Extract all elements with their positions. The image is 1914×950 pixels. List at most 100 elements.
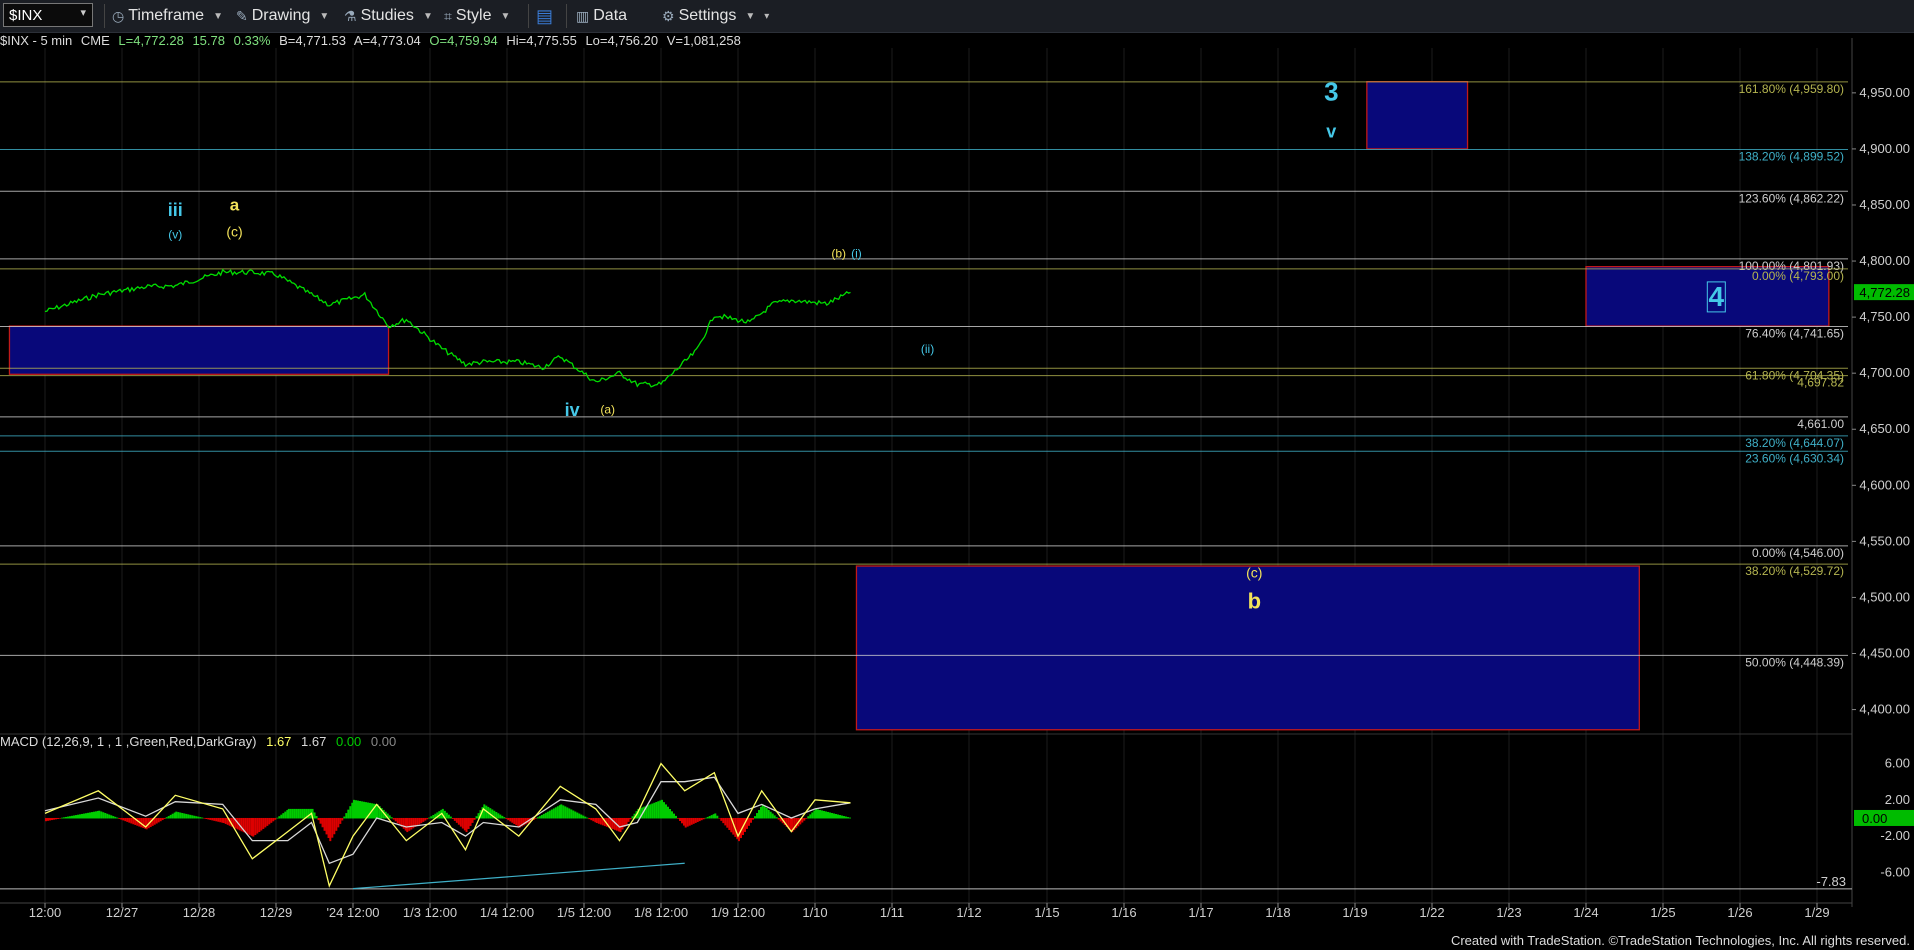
macd-histogram-bar (428, 817, 431, 819)
macd-histogram-bar (706, 816, 709, 819)
macd-histogram-bar (629, 817, 632, 820)
macd-histogram-bar (562, 805, 565, 819)
settings-label: Settings (678, 7, 737, 24)
macd-histogram-bar (566, 807, 569, 819)
macd-histogram-bar (570, 809, 573, 819)
macd-histogram-bar (390, 817, 393, 819)
macd-histogram-bar (839, 815, 841, 819)
macd-histogram-bar (825, 811, 827, 819)
x-axis-label: 1/3 12:00 (403, 905, 457, 920)
studies-menu[interactable]: ⚗ Studies ▼ (344, 5, 433, 27)
macd-histogram-bar (426, 817, 429, 820)
macd-histogram-bar (179, 812, 182, 819)
macd-histogram-bar (307, 808, 310, 819)
macd-histogram-bar (217, 817, 220, 822)
macd-histogram-bar (361, 801, 363, 819)
macd-study-label: MACD (12,26,9, 1 , 1 ,Green,Red,DarkGray… (0, 734, 257, 749)
macd-histogram-bar (398, 817, 401, 826)
fib-level-label: 138.20% (4,899.52) (1739, 149, 1844, 163)
macd-histogram-bar (335, 817, 338, 831)
macd-histogram-bar (87, 812, 89, 819)
settings-menu[interactable]: ⚙ Settings ▼ ▾ (662, 5, 769, 27)
macd-histogram-bar (647, 805, 650, 819)
macd-histogram-bar (497, 813, 500, 819)
macd-histogram-bar (295, 808, 298, 819)
macd-histogram-bar (69, 816, 71, 819)
macd-histogram-bar (831, 812, 833, 819)
macd-histogram-bar (89, 812, 91, 819)
macd-histogram-bar (704, 817, 707, 819)
macd-histogram-bar (819, 809, 821, 819)
x-axis-label: 1/15 (1034, 905, 1059, 920)
macd-histogram-bar (264, 817, 267, 828)
macd-histogram-bar (503, 817, 506, 819)
macd-histogram-bar (718, 817, 721, 819)
macd-histogram-bar (552, 808, 555, 819)
macd-axis-label: 2.00 (1885, 792, 1910, 807)
caret-down-icon: ▼ (745, 10, 756, 22)
macd-histogram-bar (280, 814, 283, 819)
data-menu[interactable]: ▥ Data (576, 5, 627, 27)
price-axis-label: 4,700.00 (1859, 365, 1910, 380)
macd-histogram-bar (175, 811, 178, 819)
x-axis-label: 12/29 (260, 905, 293, 920)
wave-label: (ii) (921, 342, 934, 356)
macd-histogram-bar (293, 808, 296, 819)
style-label: Style (455, 7, 492, 24)
caret-down-icon: ▼ (500, 10, 511, 22)
macd-histogram-bar (331, 817, 334, 838)
macd-histogram-bar (189, 814, 192, 819)
price-axis-label: 4,850.00 (1859, 197, 1910, 212)
macd-histogram-bar (130, 817, 133, 824)
macd-histogram-bar (91, 812, 93, 819)
toolbar-divider (566, 4, 567, 28)
macd-histogram-bar (811, 812, 814, 819)
x-axis-label: 1/19 (1342, 905, 1367, 920)
x-axis-label: 1/18 (1265, 905, 1290, 920)
drawing-menu[interactable]: ✎ Drawing ▼ (236, 5, 329, 27)
chart-canvas[interactable]: 161.80% (4,959.80) 138.20% (4,899.52) 123.… (0, 32, 1914, 950)
macd-histogram-bar (410, 817, 413, 830)
macd-histogram-bar (61, 817, 63, 819)
price-axis-label: 4,400.00 (1859, 702, 1910, 717)
macd-histogram-bar (187, 814, 190, 819)
macd-histogram-bar (260, 817, 263, 831)
macd-histogram-bar (597, 817, 600, 824)
macd-histogram-bar (315, 816, 318, 819)
macd-histogram-bar (268, 817, 271, 825)
macd-histogram-bar (777, 817, 780, 820)
caret-down-icon: ▼ (213, 10, 223, 22)
symbol-selector[interactable]: $INX ▾ (3, 3, 93, 27)
macd-histogram-bar (365, 802, 367, 819)
macd-histogram-bar (209, 817, 212, 820)
macd-histogram-bar (821, 810, 823, 819)
macd-histogram-bar (167, 816, 170, 819)
macd-diff-value: 0.00 (335, 734, 362, 749)
macd-histogram-bar (219, 817, 222, 823)
macd-histogram-bar (621, 817, 624, 830)
macd-histogram-bar (432, 814, 435, 819)
macd-histogram-bar (752, 817, 754, 820)
layout-button[interactable]: ▤ (536, 5, 553, 27)
macd-histogram-bar (284, 811, 287, 819)
macd-histogram-bar (769, 811, 772, 819)
price-axis-label: 4,950.00 (1859, 85, 1910, 100)
macd-histogram-bar (252, 817, 255, 837)
macd-histogram-bar (126, 817, 129, 822)
price-axis-label: 4,800.00 (1859, 253, 1910, 268)
timeframe-menu[interactable]: ◷ Timeframe ▼ (112, 5, 223, 27)
macd-histogram-bar (258, 817, 261, 833)
macd-histogram-bar (203, 817, 206, 819)
macd-histogram-bar (112, 816, 115, 819)
wave-label: 4 (1709, 281, 1725, 312)
macd-histogram-bar (85, 813, 87, 819)
macd-histogram-bar (625, 817, 628, 825)
macd-histogram-bar (548, 810, 551, 819)
style-menu[interactable]: ⌗ Style ▼ (444, 5, 510, 27)
x-axis-label: 1/17 (1188, 905, 1213, 920)
macd-histogram-bar (509, 817, 512, 822)
macd-histogram-bar (93, 811, 95, 819)
fib-level-label: 50.00% (4,448.39) (1745, 655, 1844, 669)
pencil-icon: ✎ (236, 7, 248, 24)
wave-label: (v) (168, 228, 182, 242)
